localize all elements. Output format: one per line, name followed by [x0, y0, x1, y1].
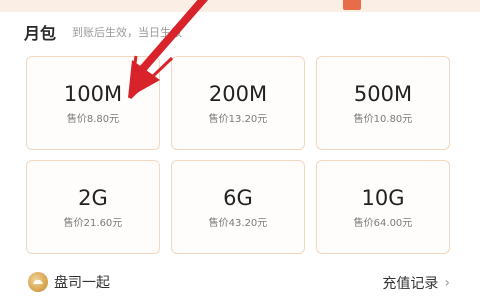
package-card-2g[interactable]: 2G 售价21.60元 — [26, 160, 160, 254]
section-subtitle: 到账后生效，当日生效 — [72, 26, 183, 39]
top-badge — [343, 0, 361, 10]
section-title: 月包 — [24, 24, 57, 43]
package-price: 售价21.60元 — [63, 217, 123, 229]
footer-bar: 盘司一起 充值记录 › — [0, 266, 480, 300]
package-size: 200M — [208, 81, 268, 106]
package-card-6g[interactable]: 6G 售价43.20元 — [171, 160, 305, 254]
top-banner-strip — [0, 0, 480, 12]
chevron-right-icon: › — [444, 275, 450, 291]
package-size: 500M — [353, 81, 413, 106]
recharge-history-link[interactable]: 充值记录 › — [382, 273, 450, 293]
package-card-500m[interactable]: 500M 售价10.80元 — [316, 56, 450, 150]
brand: 盘司一起 — [28, 272, 110, 292]
package-screen: 月包 到账后生效，当日生效 100M 售价8.80元 200M 售价13.20元… — [0, 0, 480, 300]
brand-name: 盘司一起 — [54, 275, 110, 291]
package-price: 售价10.80元 — [353, 113, 413, 125]
section-header: 月包 到账后生效，当日生效 — [24, 20, 182, 44]
package-grid: 100M 售价8.80元 200M 售价13.20元 500M 售价10.80元… — [26, 56, 462, 254]
package-size: 10G — [361, 185, 405, 210]
brand-logo-icon — [28, 272, 48, 292]
recharge-history-label: 充值记录 — [382, 276, 439, 292]
package-price: 售价8.80元 — [66, 113, 120, 125]
package-price: 售价13.20元 — [208, 113, 268, 125]
package-size: 100M — [63, 81, 123, 106]
package-price: 售价64.00元 — [353, 217, 413, 229]
package-price: 售价43.20元 — [208, 217, 268, 229]
package-size: 6G — [223, 185, 253, 210]
package-size: 2G — [78, 185, 108, 210]
package-card-10g[interactable]: 10G 售价64.00元 — [316, 160, 450, 254]
package-card-100m[interactable]: 100M 售价8.80元 — [26, 56, 160, 150]
package-card-200m[interactable]: 200M 售价13.20元 — [171, 56, 305, 150]
